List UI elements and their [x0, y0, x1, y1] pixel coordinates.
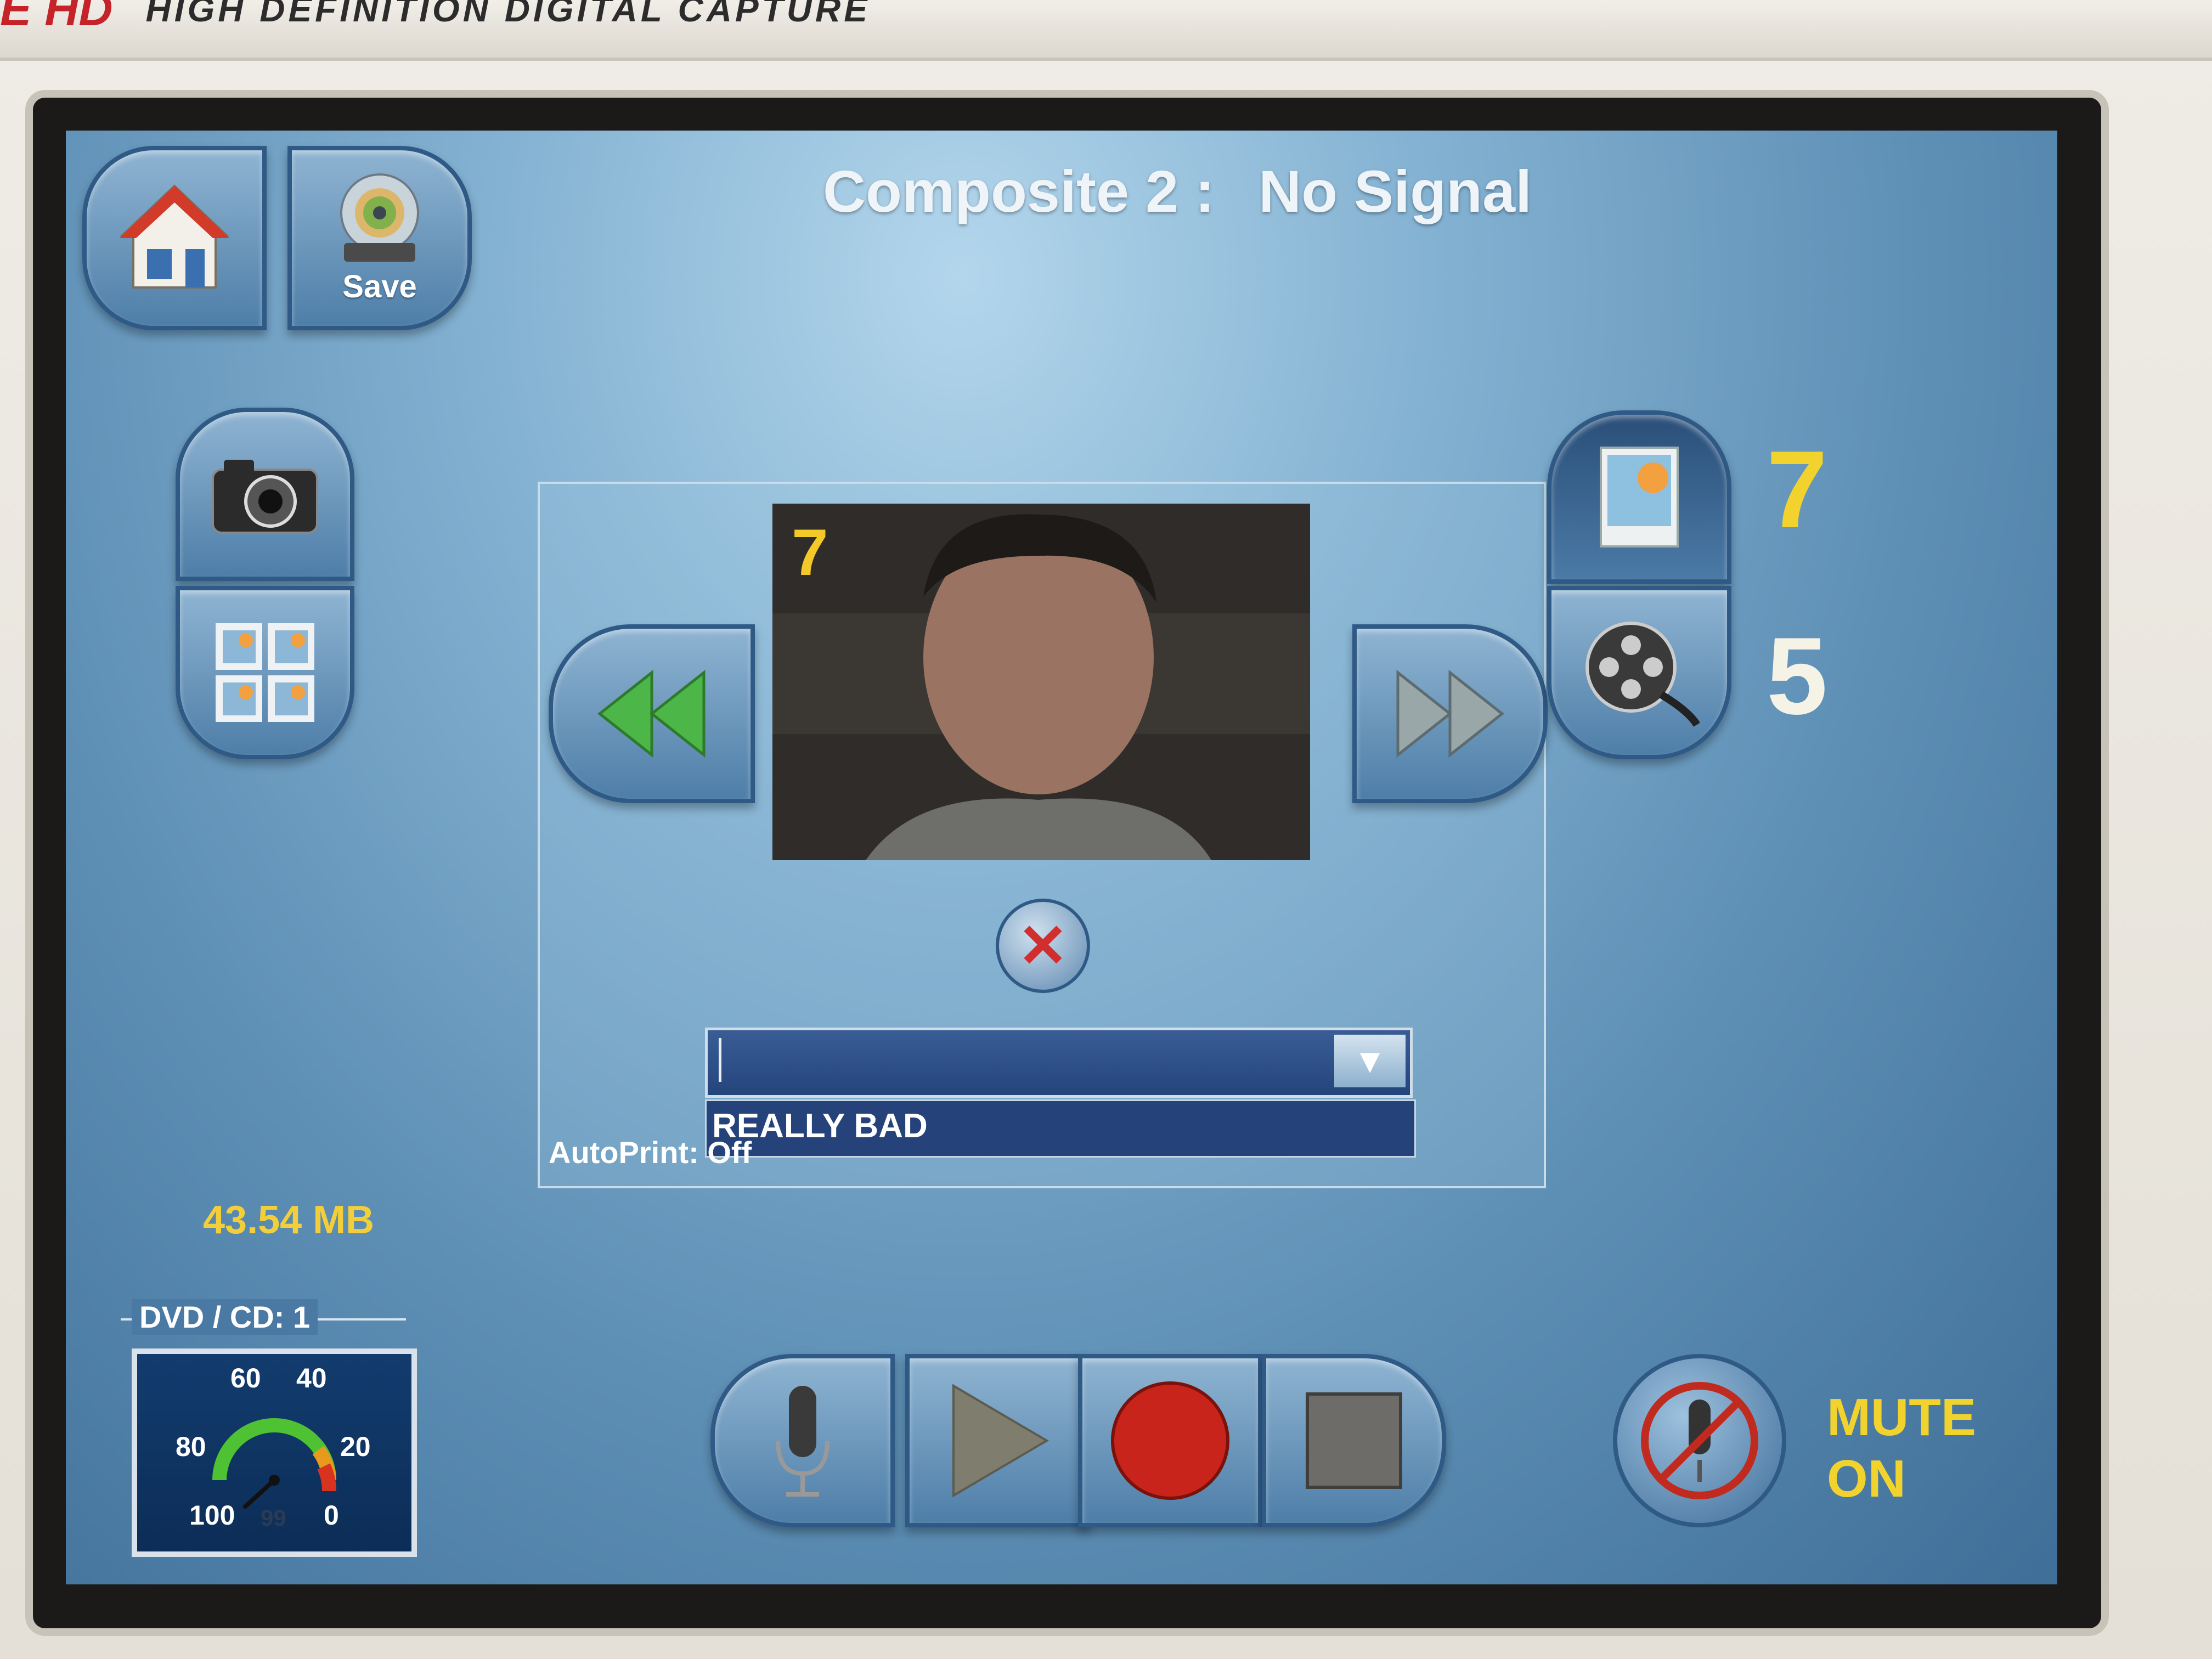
gauge-tick: 80 [176, 1431, 206, 1462]
device-top-band: E HD HIGH DEFINITION DIGITAL CAPTURE [0, 0, 2212, 61]
mute-status-line2: ON [1827, 1449, 1906, 1508]
save-button[interactable]: Save [287, 146, 472, 330]
gauge-tick: 40 [296, 1363, 327, 1393]
gauge-tick: 20 [340, 1431, 371, 1462]
delete-image-button[interactable]: ✕ [996, 899, 1090, 993]
captured-photo [772, 504, 1310, 860]
gallery-button[interactable] [176, 586, 354, 759]
close-icon: ✕ [1017, 912, 1069, 980]
photo-count: 7 [1767, 428, 1828, 551]
microphone-icon [776, 1386, 830, 1497]
page-title: Composite 2 : No Signal [823, 153, 1646, 229]
mute-button[interactable] [1613, 1354, 1786, 1527]
signal-status: No Signal [1259, 157, 1532, 224]
image-preview[interactable]: 7 [772, 504, 1310, 860]
autoprint-status: AutoPrint: Off [549, 1135, 752, 1170]
gauge-tick: 60 [230, 1363, 261, 1393]
audio-record-button[interactable] [710, 1354, 895, 1527]
device-frame: E HD HIGH DEFINITION DIGITAL CAPTURE Com… [0, 0, 2212, 1659]
previous-image-button[interactable] [549, 624, 755, 803]
input-source: Composite 2 : [823, 157, 1215, 224]
dvd-label: DVD / CD: 1 [132, 1299, 318, 1335]
next-image-button[interactable] [1352, 624, 1548, 803]
brand-subtitle: HIGH DEFINITION DIGITAL CAPTURE [145, 0, 871, 29]
brand-mark: E HD [0, 0, 113, 36]
gallery-icon [216, 623, 314, 722]
annotation-select[interactable]: ▼ [705, 1028, 1413, 1098]
play-button[interactable] [905, 1354, 1090, 1527]
video-count: 5 [1767, 615, 1828, 737]
record-icon [1111, 1381, 1229, 1500]
snapshot-button[interactable] [176, 408, 354, 581]
image-number: 7 [792, 516, 828, 589]
gauge-tick: 0 [324, 1500, 339, 1531]
rewind-icon [597, 669, 706, 758]
device-branding: E HD HIGH DEFINITION DIGITAL CAPTURE [0, 0, 871, 36]
photo-mode-button[interactable] [1547, 410, 1731, 584]
text-cursor [719, 1038, 721, 1082]
gauge-value: 99 [261, 1505, 286, 1531]
video-mode-button[interactable] [1547, 586, 1731, 759]
touch-screen: Composite 2 : No Signal Save 7 ✕ ▼ REALL… [66, 131, 2057, 1584]
annotation-option-list: REALLY BAD [705, 1099, 1416, 1158]
disc-icon [340, 173, 419, 262]
home-button[interactable] [82, 146, 267, 330]
muted-microphone-icon [1641, 1382, 1758, 1499]
mute-status: MUTE ON [1827, 1387, 1976, 1510]
play-icon [952, 1384, 1049, 1498]
fast-forward-icon [1396, 669, 1505, 758]
stop-button[interactable] [1262, 1354, 1446, 1527]
gauge-tick: 100 [189, 1500, 235, 1531]
film-reel-icon [1585, 622, 1700, 727]
stop-icon [1306, 1392, 1402, 1489]
disk-usage: 43.54 MB [203, 1198, 375, 1242]
picture-icon [1600, 447, 1679, 548]
save-label: Save [342, 268, 417, 304]
dvd-capacity-gauge: 60 40 80 20 100 0 99 [132, 1348, 417, 1557]
mute-status-line1: MUTE [1827, 1388, 1976, 1447]
record-button[interactable] [1078, 1354, 1262, 1527]
camera-icon [212, 460, 318, 534]
home-icon [119, 184, 230, 289]
chevron-down-icon[interactable]: ▼ [1334, 1035, 1406, 1087]
